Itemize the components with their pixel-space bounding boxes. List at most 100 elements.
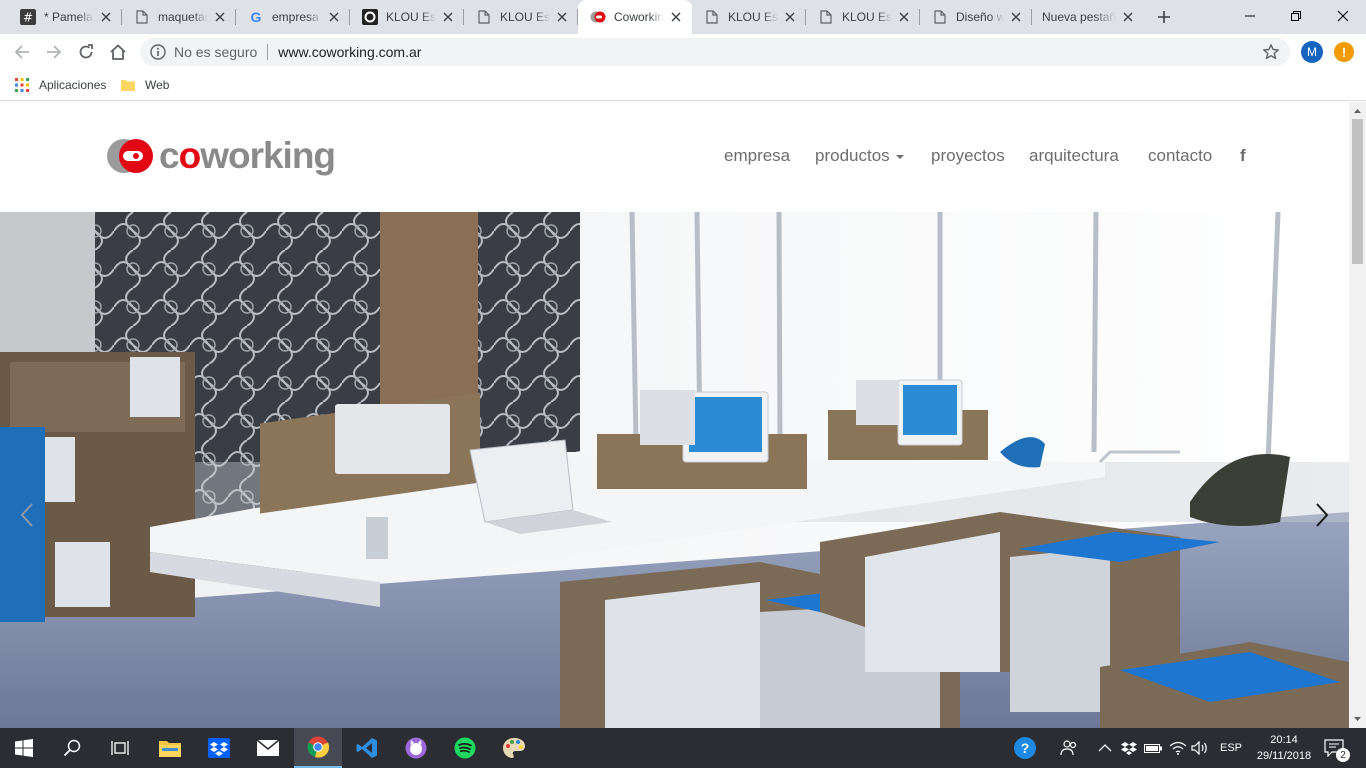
document-icon — [704, 9, 720, 25]
help-icon[interactable]: ? — [1014, 728, 1036, 768]
carousel-prev-button[interactable] — [18, 502, 38, 528]
start-button[interactable] — [0, 728, 48, 768]
scroll-down-icon[interactable] — [1349, 712, 1366, 726]
reload-button[interactable] — [74, 40, 98, 64]
profile-avatar[interactable]: M — [1301, 41, 1323, 63]
tab-title: Coworking — [614, 10, 664, 24]
bookmark-web[interactable]: Web — [121, 76, 169, 94]
clock[interactable]: 20:14 29/11/2018 — [1246, 732, 1322, 764]
search-button[interactable] — [48, 728, 96, 768]
apps-grid-icon — [15, 78, 29, 92]
chrome-button[interactable] — [294, 728, 342, 768]
chrome-icon — [307, 736, 329, 758]
dropbox-button[interactable] — [195, 728, 243, 768]
facebook-icon[interactable]: f — [1240, 146, 1246, 166]
star-icon[interactable] — [1262, 43, 1280, 66]
close-icon[interactable] — [1008, 9, 1024, 25]
address-bar[interactable]: No es seguro www.coworking.com.ar — [140, 38, 1290, 66]
nav-arquitectura[interactable]: arquitectura — [1029, 146, 1119, 166]
tab-diseno-web[interactable]: Diseño web — [920, 0, 1032, 34]
forward-button[interactable] — [42, 40, 66, 64]
nav-empresa[interactable]: empresa — [724, 146, 790, 166]
document-icon — [818, 9, 834, 25]
wifi-icon[interactable] — [1169, 728, 1187, 768]
browser-toolbar: No es seguro www.coworking.com.ar M ! — [0, 34, 1366, 70]
close-icon[interactable] — [212, 9, 228, 25]
tab-strip: # * Pamela maquetado G empresa KLOU Estu… — [0, 0, 1366, 34]
paint-button[interactable] — [490, 728, 538, 768]
chevron-up-icon[interactable] — [1098, 728, 1112, 768]
vscode-button[interactable] — [343, 728, 391, 768]
mail-button[interactable] — [244, 728, 292, 768]
vertical-scrollbar[interactable] — [1349, 102, 1366, 728]
bookmark-aplicaciones[interactable]: Aplicaciones — [15, 76, 106, 94]
minimize-button[interactable] — [1227, 0, 1273, 32]
tab-coworking[interactable]: Coworking — [578, 0, 692, 34]
hero-carousel — [0, 212, 1349, 728]
folder-icon — [121, 80, 135, 91]
close-icon[interactable] — [440, 9, 456, 25]
tab-nueva-pestana[interactable]: Nueva pestaña — [1032, 0, 1144, 34]
tab-klou-1[interactable]: KLOU Estudio — [350, 0, 464, 34]
tab-klou-3[interactable]: KLOU Estudio — [692, 0, 806, 34]
bookmark-label: Web — [145, 78, 170, 92]
nav-productos[interactable]: productos — [815, 146, 904, 166]
nav-contacto[interactable]: contacto — [1148, 146, 1212, 166]
close-icon[interactable] — [98, 9, 114, 25]
battery-icon[interactable] — [1144, 728, 1162, 768]
url-text[interactable]: www.coworking.com.ar — [278, 44, 421, 60]
bookmark-label: Aplicaciones — [39, 78, 107, 92]
svg-text:G: G — [251, 9, 262, 25]
carousel-next-button[interactable] — [1312, 502, 1332, 528]
close-icon[interactable] — [554, 9, 570, 25]
volume-icon[interactable] — [1191, 728, 1209, 768]
info-icon[interactable] — [150, 44, 166, 60]
close-window-button[interactable] — [1320, 0, 1366, 32]
hashtag-icon: # — [20, 9, 36, 25]
web-page: coworking empresa productos proyectos ar… — [0, 102, 1349, 728]
update-alert-icon[interactable]: ! — [1334, 42, 1354, 62]
close-icon[interactable] — [1120, 9, 1136, 25]
tab-maquetado[interactable]: maquetado — [122, 0, 236, 34]
vscode-icon — [356, 738, 377, 758]
github-icon — [405, 737, 427, 759]
notifications-button[interactable]: 2 — [1324, 728, 1350, 768]
scrollbar-thumb[interactable] — [1352, 119, 1363, 264]
spotify-button[interactable] — [441, 728, 489, 768]
tab-pamela[interactable]: # * Pamela — [8, 0, 122, 34]
restore-button[interactable] — [1273, 0, 1319, 32]
document-icon — [476, 9, 492, 25]
close-icon[interactable] — [896, 9, 912, 25]
google-icon: G — [248, 9, 264, 25]
home-button[interactable] — [106, 40, 130, 64]
klou-icon — [362, 9, 378, 25]
tab-empresa[interactable]: G empresa — [236, 0, 350, 34]
windows-taskbar: ? ESP 20:14 29/11/2018 2 — [0, 728, 1366, 768]
document-icon — [932, 9, 948, 25]
caret-down-icon — [895, 154, 904, 159]
close-icon[interactable] — [782, 9, 798, 25]
tab-klou-4[interactable]: KLOU Estudio — [806, 0, 920, 34]
security-label: No es seguro — [174, 44, 258, 60]
chevron-left-icon — [20, 503, 33, 527]
tab-klou-2[interactable]: KLOU Estudio — [464, 0, 578, 34]
nav-proyectos[interactable]: proyectos — [931, 146, 1005, 166]
new-tab-button[interactable] — [1153, 6, 1175, 28]
tab-title: maquetado — [158, 10, 208, 24]
document-icon — [134, 9, 150, 25]
task-view-button[interactable] — [96, 728, 144, 768]
scroll-up-icon[interactable] — [1349, 104, 1366, 118]
people-icon[interactable] — [1060, 728, 1078, 768]
tab-title: KLOU Estudio — [728, 10, 778, 24]
file-explorer-button[interactable] — [146, 728, 194, 768]
close-icon[interactable] — [668, 9, 684, 25]
clock-date: 29/11/2018 — [1256, 750, 1312, 762]
github-desktop-button[interactable] — [392, 728, 440, 768]
coworking-logo[interactable]: coworking — [105, 135, 336, 177]
minimize-icon — [1245, 15, 1255, 17]
back-button[interactable] — [10, 40, 34, 64]
language-indicator[interactable]: ESP — [1220, 728, 1242, 768]
dropbox-tray-icon[interactable] — [1121, 728, 1137, 768]
close-icon[interactable] — [326, 9, 342, 25]
task-view-icon — [111, 741, 129, 755]
